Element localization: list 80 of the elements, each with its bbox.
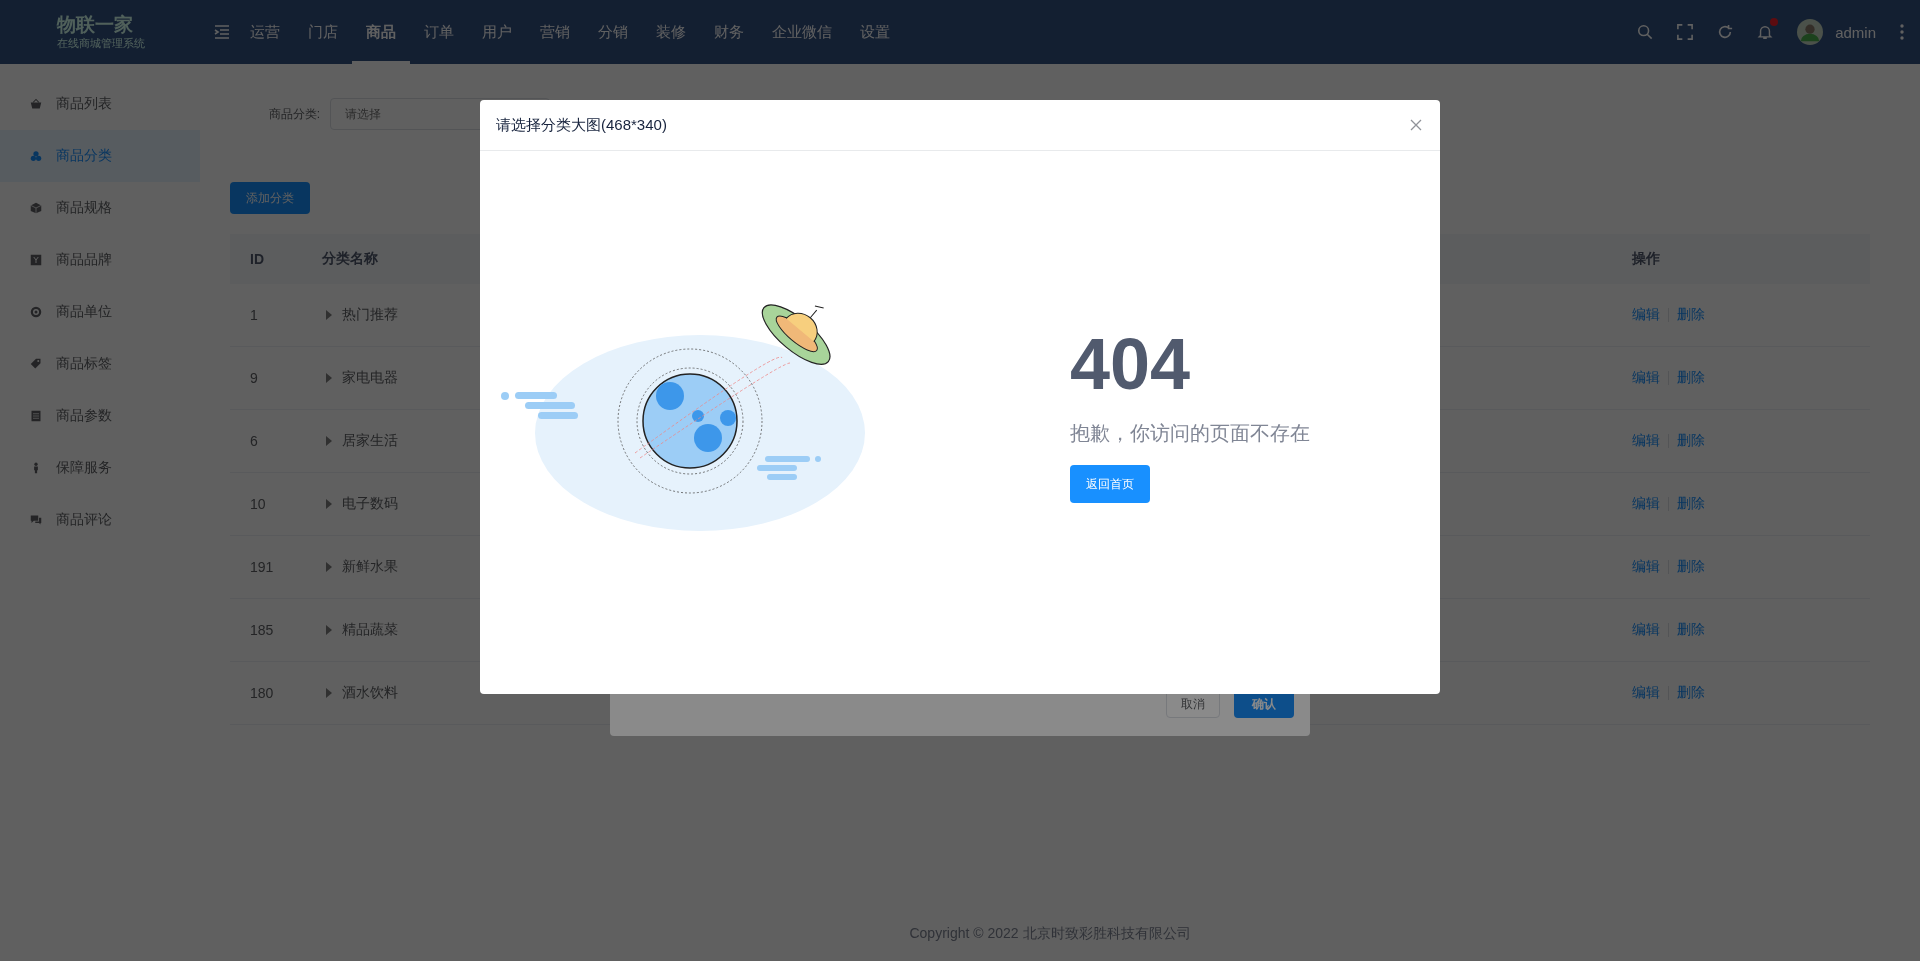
nav-tab[interactable]: 企业微信 — [758, 0, 846, 64]
basket-icon — [30, 98, 42, 110]
sidebar-item[interactable]: 商品规格 — [0, 182, 200, 234]
column-header: 操作 — [1632, 250, 1661, 268]
action-link[interactable]: 删除 — [1677, 621, 1705, 639]
sidebar-item[interactable]: 商品品牌 — [0, 234, 200, 286]
action-link[interactable]: 删除 — [1677, 495, 1705, 513]
expand-caret-icon[interactable] — [326, 688, 332, 698]
expand-caret-icon[interactable] — [326, 310, 332, 320]
sidebar-item[interactable]: 商品标签 — [0, 338, 200, 390]
expand-caret-icon[interactable] — [326, 436, 332, 446]
action-link[interactable]: 删除 — [1677, 558, 1705, 576]
expand-caret-icon[interactable] — [326, 625, 332, 635]
nav-tab[interactable]: 运营 — [236, 0, 294, 64]
table-cell-text: 9 — [249, 370, 259, 386]
brand-icon — [30, 254, 42, 266]
sidebar-item[interactable]: 商品参数 — [0, 390, 200, 442]
avatar-icon[interactable] — [1797, 19, 1824, 45]
nav-tab[interactable]: 用户 — [468, 0, 526, 64]
action-link[interactable]: 编辑 — [1632, 369, 1660, 387]
table-cell: 居家生活 — [342, 432, 398, 450]
table-cell-text: 1 — [249, 307, 259, 323]
sidebar-item[interactable]: 商品评论 — [0, 494, 200, 546]
nav-tab[interactable]: 订单 — [410, 0, 468, 64]
bell-icon[interactable] — [1757, 24, 1774, 40]
action-link[interactable]: 编辑 — [1632, 306, 1660, 324]
column-header: 分类名称 — [322, 250, 379, 268]
table-cell-text: 185 — [249, 622, 275, 638]
action-link[interactable]: 编辑 — [1632, 558, 1660, 576]
search-icon[interactable] — [1637, 24, 1654, 40]
add-category-button[interactable]: 添加分类 — [230, 182, 310, 214]
error-message: 抱歉，你访问的页面不存在 — [1070, 421, 1310, 446]
table-cell-text: 180 — [249, 685, 275, 701]
cluster-icon — [30, 150, 42, 162]
close-icon[interactable] — [1410, 119, 1422, 131]
table-cell: 精品蔬菜 — [342, 621, 398, 639]
refresh-icon[interactable] — [1717, 24, 1734, 40]
sidebar-item[interactable]: 商品单位 — [0, 286, 200, 338]
table-cell-text: 6 — [249, 433, 259, 449]
expand-caret-icon[interactable] — [326, 373, 332, 383]
cube-icon — [30, 202, 42, 214]
nav-tab[interactable]: 营销 — [526, 0, 584, 64]
action-link[interactable]: 删除 — [1677, 306, 1705, 324]
action-link[interactable]: 删除 — [1677, 684, 1705, 702]
table-cell-text: 191 — [249, 559, 275, 575]
table-cell: 家电电器 — [342, 369, 398, 387]
table-cell: 热门推荐 — [342, 306, 398, 324]
nav-tab[interactable]: 设置 — [846, 0, 904, 64]
user-name[interactable]: admin — [1835, 23, 1876, 41]
more-icon[interactable] — [1900, 24, 1904, 40]
action-link[interactable]: 编辑 — [1632, 621, 1660, 639]
nav-tab[interactable]: 门店 — [294, 0, 352, 64]
table-cell: 新鲜水果 — [342, 558, 398, 576]
action-link[interactable]: 删除 — [1677, 369, 1705, 387]
table-cell-text: 10 — [249, 496, 267, 512]
back-home-button[interactable]: 返回首页 — [1070, 465, 1150, 503]
table-cell: 酒水饮料 — [342, 684, 398, 702]
sidebar-item[interactable]: 商品分类 — [0, 130, 200, 182]
logo-title: 物联一家 — [57, 14, 133, 36]
filter-label: 商品分类: — [267, 105, 320, 123]
nav-tab[interactable]: 财务 — [700, 0, 758, 64]
error-code: 404 — [1070, 323, 1191, 406]
action-link[interactable]: 删除 — [1677, 432, 1705, 450]
menu-icon[interactable] — [214, 25, 230, 39]
tag-icon — [30, 358, 42, 370]
fullscreen-icon[interactable] — [1677, 24, 1694, 40]
sidebar-item[interactable]: 保障服务 — [0, 442, 200, 494]
action-link[interactable]: 编辑 — [1632, 495, 1660, 513]
action-link[interactable]: 编辑 — [1632, 684, 1660, 702]
sidebar-item[interactable]: 商品列表 — [0, 78, 200, 130]
chat-icon — [30, 514, 42, 526]
list-icon — [30, 410, 42, 422]
table-cell: 电子数码 — [342, 495, 398, 513]
target-icon — [30, 306, 42, 318]
nav-tab[interactable]: 分销 — [584, 0, 642, 64]
expand-caret-icon[interactable] — [326, 499, 332, 509]
column-header: ID — [249, 251, 265, 267]
action-link[interactable]: 编辑 — [1632, 432, 1660, 450]
nav-tab[interactable]: 装修 — [642, 0, 700, 64]
expand-caret-icon[interactable] — [326, 562, 332, 572]
